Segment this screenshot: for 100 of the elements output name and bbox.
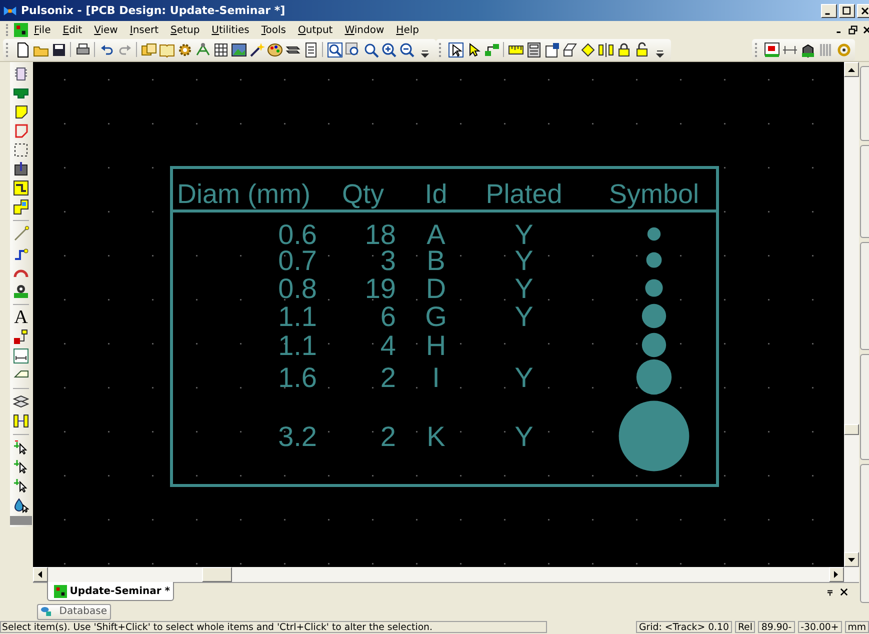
folders-icon[interactable] [140, 42, 156, 58]
board-icon[interactable] [764, 42, 780, 58]
grid-icon[interactable] [212, 42, 228, 58]
menu-item[interactable]: Window [338, 24, 390, 36]
outline-shape-icon[interactable] [13, 123, 29, 140]
copper-shape-icon[interactable] [13, 104, 29, 120]
cursor-star-icon[interactable] [13, 440, 29, 456]
menu-item[interactable]: Setup [164, 24, 206, 36]
menu-item[interactable]: Edit [56, 24, 88, 36]
zoom-in-icon[interactable] [380, 42, 396, 58]
arrow-left-icon [38, 571, 42, 578]
dashed-area-icon[interactable] [13, 142, 29, 158]
app-logo-icon[interactable] [14, 23, 28, 38]
menu-item[interactable]: Help [390, 24, 425, 36]
scroll-right-button[interactable] [828, 567, 844, 582]
status-field: -30.00+ [798, 621, 842, 634]
restore-icon[interactable] [847, 24, 859, 36]
status-field: Rel [734, 621, 756, 634]
save-icon[interactable] [50, 42, 66, 58]
cursor-icon[interactable] [13, 459, 29, 476]
copper-pour-icon[interactable] [13, 199, 29, 216]
text-tool[interactable]: A [14, 310, 28, 326]
menu-item[interactable]: Tools [255, 24, 292, 36]
book-icon[interactable] [158, 42, 174, 58]
component-3d-icon[interactable] [800, 42, 816, 58]
align-icon[interactable] [13, 413, 29, 430]
arrow-down-icon [848, 558, 855, 562]
drill-symbol [642, 304, 666, 328]
ring-icon[interactable] [836, 42, 852, 58]
search-icon[interactable] [362, 42, 378, 58]
align-icon[interactable] [598, 42, 614, 58]
properties-icon[interactable] [544, 42, 560, 58]
column-header: Symbol [608, 179, 699, 210]
dimension-icon[interactable] [13, 348, 29, 364]
window-title: Pulsonix - [PCB Design: Update-Seminar *] [21, 4, 286, 18]
column-header: Plated [486, 179, 562, 210]
status-field: 89.90- [758, 621, 795, 634]
menu-item[interactable]: Insert [124, 24, 165, 36]
column-header: Qty [342, 179, 384, 210]
pointer-icon[interactable] [448, 42, 464, 58]
table-cell: I [432, 362, 440, 394]
table-cell: H [426, 330, 446, 362]
scroll-up-button[interactable] [844, 62, 859, 78]
arrow-right-icon [834, 571, 838, 578]
new-file-icon[interactable] [14, 42, 30, 58]
menu-item[interactable]: File [28, 24, 57, 36]
arrow-up-icon [848, 68, 855, 72]
line-icon[interactable] [13, 226, 29, 242]
shape-icon[interactable] [562, 42, 578, 58]
test-point-icon[interactable] [13, 329, 29, 346]
wand-icon[interactable] [248, 42, 264, 58]
scrollbar-thumb[interactable] [844, 424, 859, 436]
layer-stack-icon[interactable] [13, 394, 29, 410]
close-icon[interactable] [861, 24, 869, 36]
zoom-out-icon[interactable] [398, 42, 414, 58]
cursor-icon[interactable] [13, 478, 29, 494]
app-logo-icon[interactable] [54, 584, 67, 598]
table-cell: Y [514, 362, 534, 394]
status-field: Grid: <Track> 0.10 [636, 621, 732, 634]
palette-icon[interactable] [266, 42, 282, 58]
menu-item[interactable]: View [88, 24, 124, 36]
table-cell: 1.1 [278, 330, 317, 362]
drill-symbol [636, 359, 672, 395]
lock-icon[interactable] [616, 42, 632, 58]
drill-symbol [646, 252, 662, 268]
scroll-down-button[interactable] [844, 552, 859, 568]
drill-symbol [647, 227, 660, 241]
menu-item[interactable]: Utilities [206, 24, 256, 36]
document-icon[interactable] [302, 42, 318, 58]
droplet-cursor-icon[interactable] [13, 497, 29, 514]
block-icon[interactable] [13, 161, 29, 178]
scrollbar-thumb[interactable] [202, 567, 232, 582]
drill-symbol [642, 332, 666, 358]
chip-icon[interactable] [13, 66, 29, 82]
menu-item[interactable]: Output [292, 24, 339, 36]
table-cell: K [426, 421, 446, 452]
scroll-left-button[interactable] [32, 567, 48, 582]
table-cell: Y [514, 421, 534, 452]
document-tab[interactable]: Update-Seminar * [46, 582, 174, 602]
picture-icon[interactable] [230, 42, 246, 58]
table-cell: 3.2 [278, 421, 317, 452]
status-field: mm [844, 621, 869, 634]
database-button[interactable]: Database [37, 604, 111, 620]
table-cell: 1.6 [278, 362, 317, 394]
zoom-window-icon[interactable] [326, 42, 342, 58]
gear-icon[interactable] [176, 42, 192, 58]
column-header: Diam (mm) [176, 179, 310, 210]
database-icon [41, 605, 52, 618]
maximize-icon[interactable] [839, 4, 855, 18]
calculator-icon[interactable] [526, 42, 542, 58]
zoom-page-icon[interactable] [344, 42, 360, 58]
table-cell: 4 [380, 330, 396, 362]
table-cell: 2 [380, 362, 396, 394]
unlock-icon[interactable] [634, 42, 650, 58]
minimize-icon[interactable] [821, 4, 837, 18]
column-header: Id [424, 179, 448, 210]
copper-route-icon[interactable] [13, 180, 29, 196]
via-icon[interactable] [13, 283, 29, 300]
table-cell: 2 [380, 421, 396, 452]
close-icon[interactable] [838, 587, 849, 598]
